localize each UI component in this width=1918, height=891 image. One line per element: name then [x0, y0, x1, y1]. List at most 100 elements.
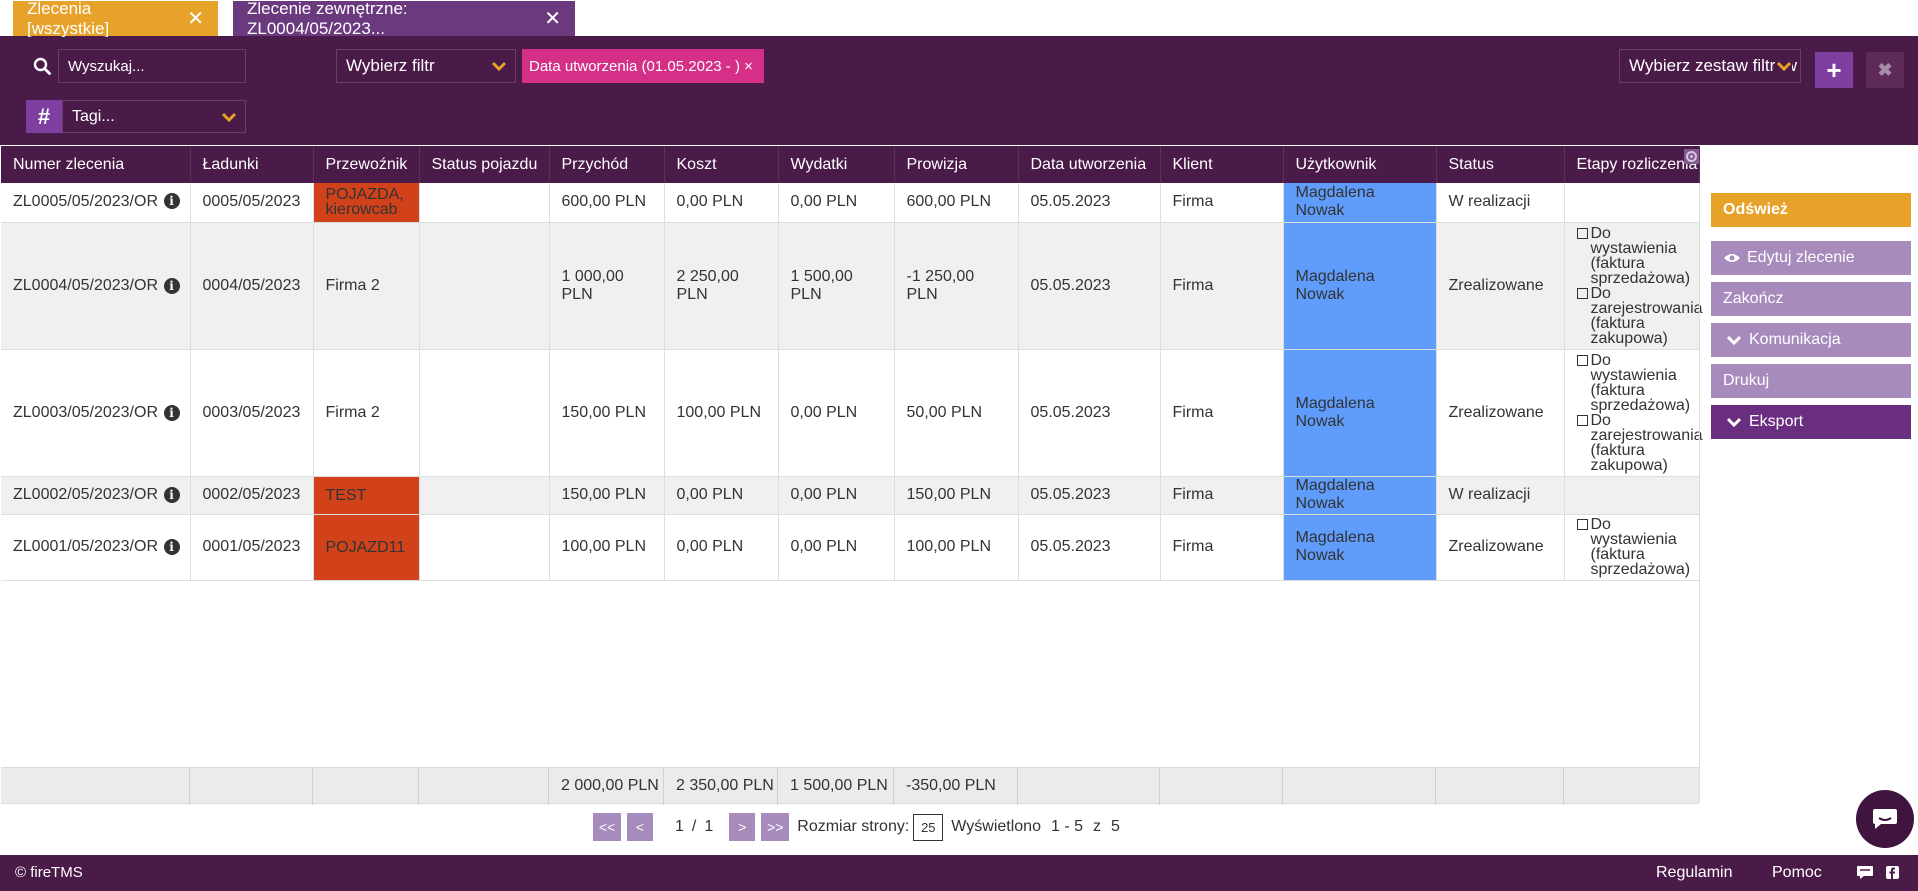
table-row[interactable]: ZL0004/05/2023/OR i 0004/05/2023 Firma 2 … [1, 222, 1703, 350]
export-label: Eksport [1749, 413, 1804, 430]
settlement-label: Do wystawienia (faktura sprzedażowa) [1590, 224, 1691, 287]
chat-icon [1873, 809, 1897, 829]
filter-set-select[interactable]: Wybierz zestaw filtrów [1619, 49, 1801, 83]
settlement-item[interactable]: Do wystawienia (faktura sprzedażowa) [1576, 225, 1690, 286]
column-header[interactable]: Data utworzenia [1018, 146, 1161, 183]
message-icon[interactable] [1857, 866, 1873, 879]
table-row[interactable]: ZL0002/05/2023/OR i 0002/05/2023 TEST 150… [1, 476, 1700, 515]
vehicle-status-cell [419, 349, 550, 477]
info-icon[interactable]: i [163, 277, 180, 294]
checkbox-icon [1576, 227, 1588, 239]
chevron-down-icon [491, 61, 507, 72]
communication-button[interactable]: Komunikacja [1711, 323, 1911, 357]
next-page-button[interactable]: > [729, 813, 756, 841]
chip-label: Data utworzenia (01.05.2023 - ) × [529, 57, 753, 75]
close-icon[interactable]: ✖ [1703, 145, 1720, 170]
status-cell: W realizacji [1436, 183, 1565, 223]
order-number-cell[interactable]: ZL0005/05/2023/OR i [1, 183, 191, 223]
refresh-button[interactable]: Odśwież [1711, 193, 1911, 227]
commission-cell: 600,00 PLN [894, 183, 1019, 223]
total-pages: 1 [704, 818, 714, 835]
order-number-cell[interactable]: ZL0002/05/2023/OR i [1, 476, 191, 515]
first-page-button[interactable]: << [593, 813, 621, 841]
close-icon[interactable]: ✕ [187, 9, 204, 29]
column-header[interactable]: Przewoźnik [313, 146, 420, 183]
column-header[interactable]: Klient [1160, 146, 1284, 183]
carrier-cell: TEST [313, 476, 420, 515]
settlement-item[interactable]: Do zarejestrowania (faktura zakupowa) [1576, 412, 1703, 473]
column-header[interactable]: Ładunki [190, 146, 314, 183]
revenue-cell: 150,00 PLN [549, 476, 665, 515]
tags-select-label: Tagi... [72, 107, 115, 125]
settlement-item[interactable]: Do wystawienia (faktura sprzedażowa) [1576, 352, 1690, 413]
tab-label: Zlecenia [wszystkie] [27, 0, 110, 38]
column-header[interactable]: Etapy rozliczenia [1564, 146, 1700, 183]
tab-external-order[interactable]: Zlecenie zewnętrzne: ZL0004/05/2023... ✕ [233, 0, 575, 38]
column-header[interactable]: Prowizja [894, 146, 1019, 183]
edit-order-button[interactable]: Edytuj zlecenie [1711, 241, 1911, 275]
expenses-cell: 0,00 PLN [778, 476, 895, 515]
settlement-label: Do wystawienia (faktura sprzedażowa) [1590, 516, 1691, 578]
facebook-icon[interactable] [1886, 866, 1899, 879]
status-cell: Zrealizowane [1436, 222, 1565, 350]
client-cell: Firma [1160, 349, 1284, 477]
user-cell: Magdalena Nowak [1283, 183, 1437, 223]
info-icon[interactable]: i [163, 538, 180, 555]
add-filter-set-button[interactable]: + [1815, 52, 1853, 88]
created-date-cell: 05.05.2023 [1018, 222, 1161, 350]
info-icon[interactable]: i [163, 486, 180, 503]
column-header[interactable]: Koszt [664, 146, 779, 183]
info-icon[interactable]: i [163, 193, 180, 209]
client-cell: Firma [1160, 222, 1284, 350]
page-separator: / [691, 818, 697, 835]
totals-separator [1, 768, 190, 805]
vehicle-status-cell [419, 476, 550, 515]
column-header[interactable]: Przychód [549, 146, 665, 183]
export-button[interactable]: Eksport [1711, 405, 1911, 439]
table-row[interactable]: ZL0005/05/2023/OR i 0005/05/2023 POJAZDA,… [1, 183, 1700, 223]
terms-link[interactable]: Regulamin [1656, 864, 1732, 882]
column-header[interactable]: Wydatki [778, 146, 895, 183]
column-header[interactable]: Status pojazdu [419, 146, 550, 183]
order-number-cell[interactable]: ZL0001/05/2023/OR i [1, 514, 191, 581]
cost-cell: 100,00 PLN [664, 349, 779, 477]
total-expenses: 1 500,00 PLN [790, 777, 888, 794]
gear-icon[interactable] [1684, 149, 1699, 164]
clear-filters-button[interactable]: ✖ [1866, 52, 1904, 88]
user-cell: Magdalena Nowak [1283, 476, 1437, 515]
settlement-item[interactable]: Do zarejestrowania (faktura zakupowa) [1576, 285, 1703, 346]
print-button[interactable]: Drukuj [1711, 364, 1911, 398]
total-cost: 2 350,00 PLN [676, 777, 774, 794]
order-number: ZL0002/05/2023/OR [13, 486, 158, 503]
finish-button[interactable]: Zakończ [1711, 282, 1911, 316]
close-icon[interactable]: ✕ [544, 9, 561, 29]
active-filter-chip[interactable]: Data utworzenia (01.05.2023 - ) × [522, 49, 764, 83]
tab-label: Zlecenie zewnętrzne: ZL0004/05/2023... [247, 0, 408, 38]
last-page-button[interactable]: >> [761, 813, 790, 841]
shown-label: Wyświetlono [951, 818, 1041, 835]
column-header[interactable]: Numer zlecenia [1, 146, 191, 183]
cargo-cell: 0003/05/2023 [190, 349, 314, 477]
carrier-cell: POJAZD11 [313, 514, 420, 581]
tab-orders-all[interactable]: Zlecenia [wszystkie] ✕ [13, 0, 218, 38]
totals-row: 2 000,00 PLN 2 350,00 PLN 1 500,00 PLN -… [1, 767, 1699, 805]
tags-select[interactable]: Tagi... [62, 100, 246, 133]
filter-select[interactable]: Wybierz filtr [336, 49, 516, 83]
carrier-cell: Firma 2 [313, 222, 420, 350]
settlement-item[interactable]: Do wystawienia (faktura sprzedażowa) [1576, 517, 1690, 578]
table-row[interactable]: ZL0001/05/2023/OR i 0001/05/2023 POJAZD11… [1, 514, 1700, 581]
status-cell: Zrealizowane [1436, 349, 1565, 477]
page-size-input[interactable]: 25 [913, 813, 944, 841]
order-number: ZL0001/05/2023/OR [13, 538, 158, 555]
column-header[interactable]: Status [1436, 146, 1565, 183]
help-link[interactable]: Pomoc [1772, 864, 1822, 882]
column-header[interactable]: Użytkownik [1283, 146, 1437, 183]
table-row[interactable]: ZL0003/05/2023/OR i 0003/05/2023 Firma 2 … [1, 349, 1703, 477]
order-number-cell[interactable]: ZL0004/05/2023/OR i [1, 222, 191, 350]
prev-page-button[interactable]: < [627, 813, 653, 841]
search-input[interactable] [58, 49, 246, 83]
info-icon[interactable]: i [163, 404, 180, 421]
commission-cell: 150,00 PLN [894, 476, 1019, 515]
chat-button[interactable] [1856, 790, 1914, 848]
order-number-cell[interactable]: ZL0003/05/2023/OR i [1, 349, 191, 477]
